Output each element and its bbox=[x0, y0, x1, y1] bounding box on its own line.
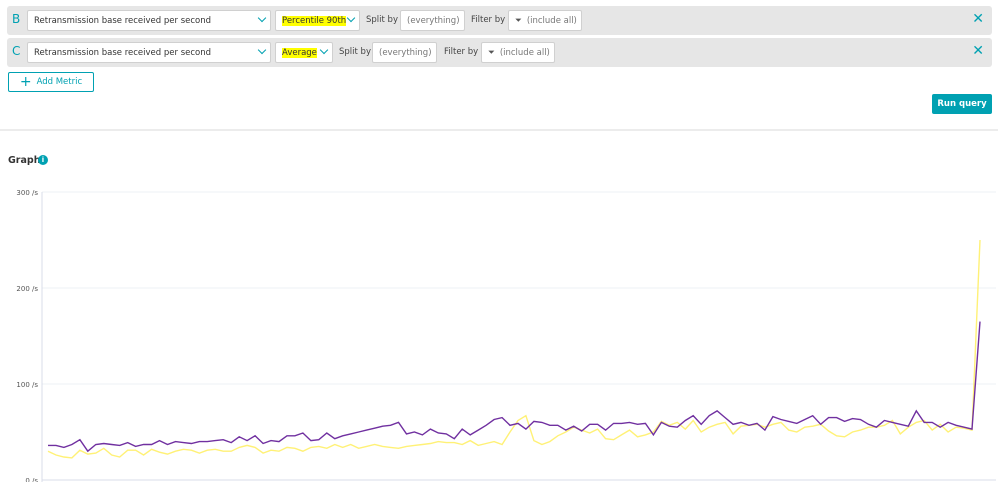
series-line-b bbox=[48, 321, 981, 453]
series-line-c bbox=[47, 239, 981, 459]
line-chart: 300 /s 200 /s 100 /s 0 /s bbox=[16, 189, 996, 482]
y-tick-label: 300 /s bbox=[16, 189, 38, 197]
y-tick-label: 200 /s bbox=[16, 285, 38, 293]
y-tick-label: 100 /s bbox=[16, 381, 38, 389]
y-tick-label: 0 /s bbox=[25, 477, 38, 482]
